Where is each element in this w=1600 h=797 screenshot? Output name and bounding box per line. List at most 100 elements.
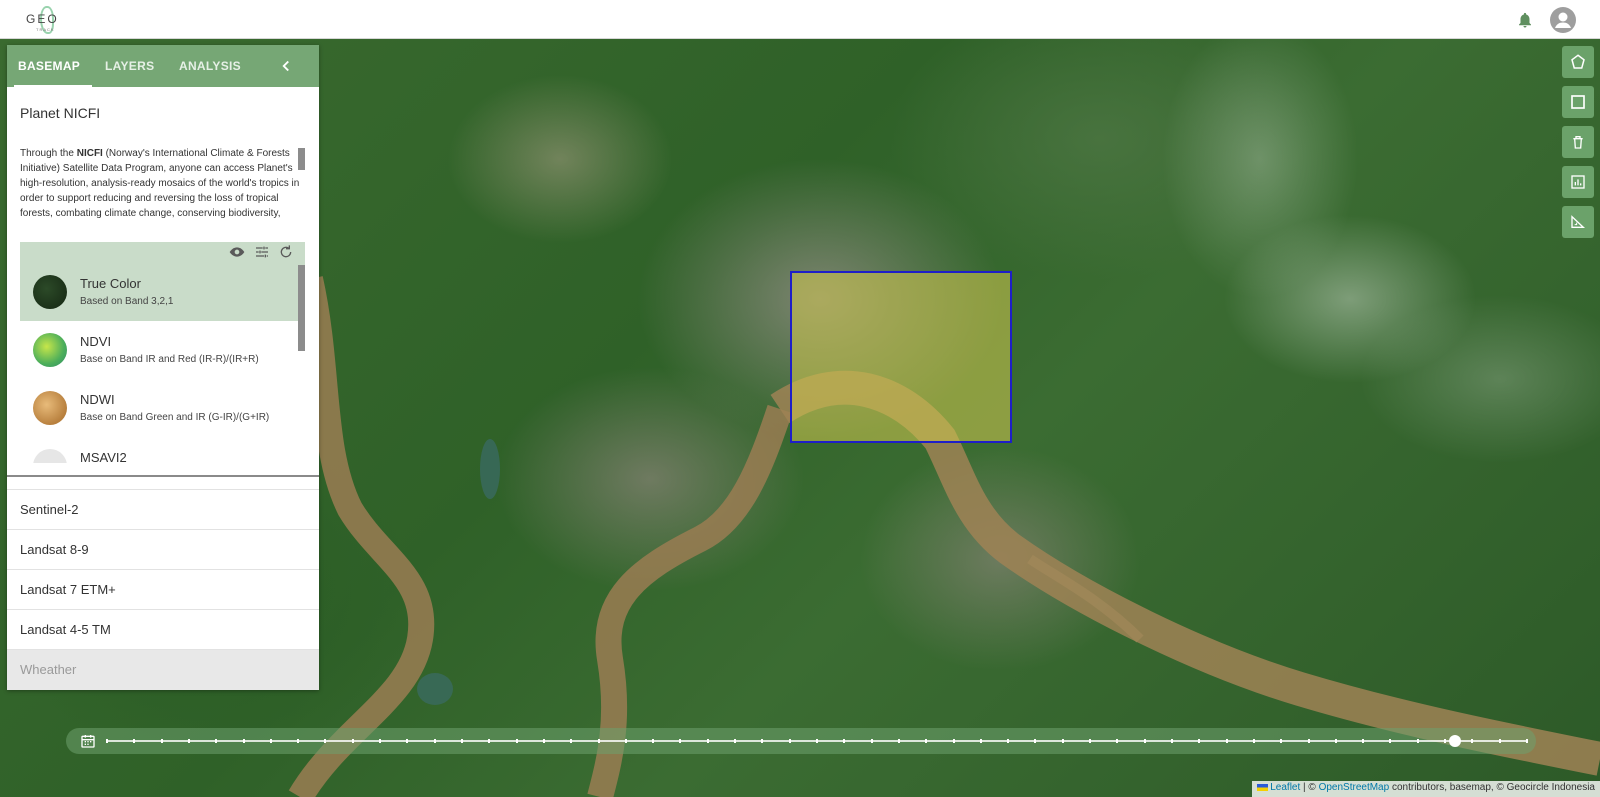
- source-label: Sentinel-2: [20, 502, 79, 517]
- calendar-icon[interactable]: [80, 733, 96, 749]
- timeline-tick: [734, 739, 737, 743]
- true-color-thumbnail: [33, 275, 67, 309]
- sliders-icon[interactable]: [254, 244, 270, 260]
- description-scrollbar[interactable]: [298, 148, 305, 170]
- timeline-tick: [1307, 739, 1310, 743]
- vis-item-name: True Color: [80, 276, 141, 291]
- source-weather: Wheather: [7, 649, 319, 690]
- timeline-tick: [1471, 739, 1474, 743]
- timeline-tick: [1498, 739, 1501, 743]
- timeline-tick: [324, 739, 327, 743]
- timeline-tick: [1007, 739, 1010, 743]
- timeline-tick: [1198, 739, 1201, 743]
- source-label: Wheather: [20, 662, 77, 677]
- timeline-tick: [788, 739, 791, 743]
- active-tab-indicator: [14, 85, 92, 87]
- timeline-tick: [1280, 739, 1283, 743]
- source-label: Landsat 8-9: [20, 542, 89, 557]
- panel-tabs: BASEMAP LAYERS ANALYSIS: [7, 45, 319, 87]
- visualization-toolbar: [20, 242, 305, 263]
- timeline-tick: [679, 739, 682, 743]
- timeline-track[interactable]: [106, 739, 1528, 743]
- timeline-tick: [542, 739, 545, 743]
- source-label: Landsat 4-5 TM: [20, 622, 111, 637]
- timeline-slider[interactable]: [66, 728, 1536, 754]
- timeline-tick: [433, 739, 436, 743]
- source-landsat-7[interactable]: Landsat 7 ETM+: [7, 569, 319, 609]
- timeline-tick: [1034, 739, 1037, 743]
- eye-icon[interactable]: [229, 244, 245, 260]
- timeline-tick: [269, 739, 272, 743]
- refresh-icon[interactable]: [278, 244, 294, 260]
- vis-item-ndvi[interactable]: NDVI Base on Band IR and Red (IR-R)/(IR+…: [20, 321, 305, 379]
- visualization-list-scrollbar[interactable]: [298, 265, 305, 351]
- vis-item-true-color[interactable]: True Color Based on Band 3,2,1: [20, 263, 305, 321]
- timeline-handle[interactable]: [1449, 735, 1461, 747]
- attribution-separator: | ©: [1300, 782, 1319, 793]
- logo-text: GEO: [26, 12, 59, 26]
- timeline-tick: [761, 739, 764, 743]
- timeline-tick: [297, 739, 300, 743]
- logo-subtext: TRACK: [36, 27, 55, 32]
- vis-item-name: MSAVI2: [80, 450, 127, 463]
- timeline-tick: [979, 739, 982, 743]
- vis-item-desc: Base on Band Green and IR (G-IR)/(G+IR): [80, 412, 270, 423]
- timeline-tick: [1416, 739, 1419, 743]
- map-attribution: Leaflet | © OpenStreetMap contributors, …: [1252, 781, 1600, 797]
- timeline-tick: [187, 739, 190, 743]
- source-sentinel-2[interactable]: Sentinel-2: [7, 489, 319, 529]
- timeline-tick: [1089, 739, 1092, 743]
- timeline-tick: [1526, 739, 1528, 743]
- bar-chart-icon[interactable]: [1562, 166, 1594, 198]
- timeline-tick: [1116, 739, 1119, 743]
- vis-item-name: NDWI: [80, 392, 115, 407]
- timeline-tick: [406, 739, 409, 743]
- osm-link[interactable]: OpenStreetMap: [1319, 782, 1390, 793]
- source-landsat-4-5[interactable]: Landsat 4-5 TM: [7, 609, 319, 649]
- trash-icon[interactable]: [1562, 126, 1594, 158]
- timeline-tick: [652, 739, 655, 743]
- timeline-tick: [461, 739, 463, 743]
- timeline-tick: [1171, 739, 1173, 743]
- basemap-title: Planet NICFI: [20, 105, 101, 121]
- timeline-tick: [816, 739, 818, 743]
- timeline-tick: [706, 739, 709, 743]
- leaflet-link[interactable]: Leaflet: [1270, 782, 1300, 793]
- timeline-tick: [1252, 739, 1255, 743]
- timeline-tick: [1444, 739, 1447, 743]
- ndvi-thumbnail: [33, 333, 67, 367]
- app-logo[interactable]: GEO TRACK: [22, 6, 62, 36]
- timeline-tick: [843, 739, 846, 743]
- vis-item-desc: Base on Band IR and Red (IR-R)/(IR+R): [80, 354, 259, 365]
- aoi-selection-rectangle[interactable]: [790, 271, 1012, 443]
- vis-item-desc: Based on Band 3,2,1: [80, 296, 174, 307]
- timeline-tick: [351, 739, 354, 743]
- top-bar: GEO TRACK: [0, 0, 1600, 39]
- polygon-icon[interactable]: [1562, 46, 1594, 78]
- timeline-tick: [597, 739, 600, 743]
- user-avatar-icon[interactable]: [1550, 7, 1576, 33]
- bell-icon[interactable]: [1516, 11, 1534, 29]
- vis-item-msavi2[interactable]: MSAVI2: [20, 437, 305, 463]
- ruler-icon[interactable]: [1562, 206, 1594, 238]
- visualization-list: True Color Based on Band 3,2,1 NDVI Base…: [20, 263, 305, 463]
- timeline-tick: [1061, 739, 1064, 743]
- timeline-tick: [1143, 739, 1146, 743]
- source-landsat-8-9[interactable]: Landsat 8-9: [7, 529, 319, 569]
- vis-item-ndwi[interactable]: NDWI Base on Band Green and IR (G-IR)/(G…: [20, 379, 305, 437]
- timeline-tick: [379, 739, 382, 743]
- timeline-tick: [570, 739, 573, 743]
- tab-layers[interactable]: LAYERS: [105, 59, 154, 73]
- timeline-tick: [897, 739, 900, 743]
- chevron-left-icon[interactable]: [277, 57, 295, 75]
- timeline-tick: [242, 739, 245, 743]
- timeline-tick: [952, 739, 955, 743]
- side-panel: BASEMAP LAYERS ANALYSIS Planet NICFI Thr…: [7, 45, 319, 690]
- timeline-tick: [624, 739, 627, 743]
- timeline-tick: [1334, 739, 1337, 743]
- tab-basemap[interactable]: BASEMAP: [18, 59, 80, 73]
- attribution-text: contributors, basemap, © Geocircle Indon…: [1389, 782, 1595, 793]
- timeline-tick: [925, 739, 928, 743]
- tab-analysis[interactable]: ANALYSIS: [179, 59, 241, 73]
- rectangle-icon[interactable]: [1562, 86, 1594, 118]
